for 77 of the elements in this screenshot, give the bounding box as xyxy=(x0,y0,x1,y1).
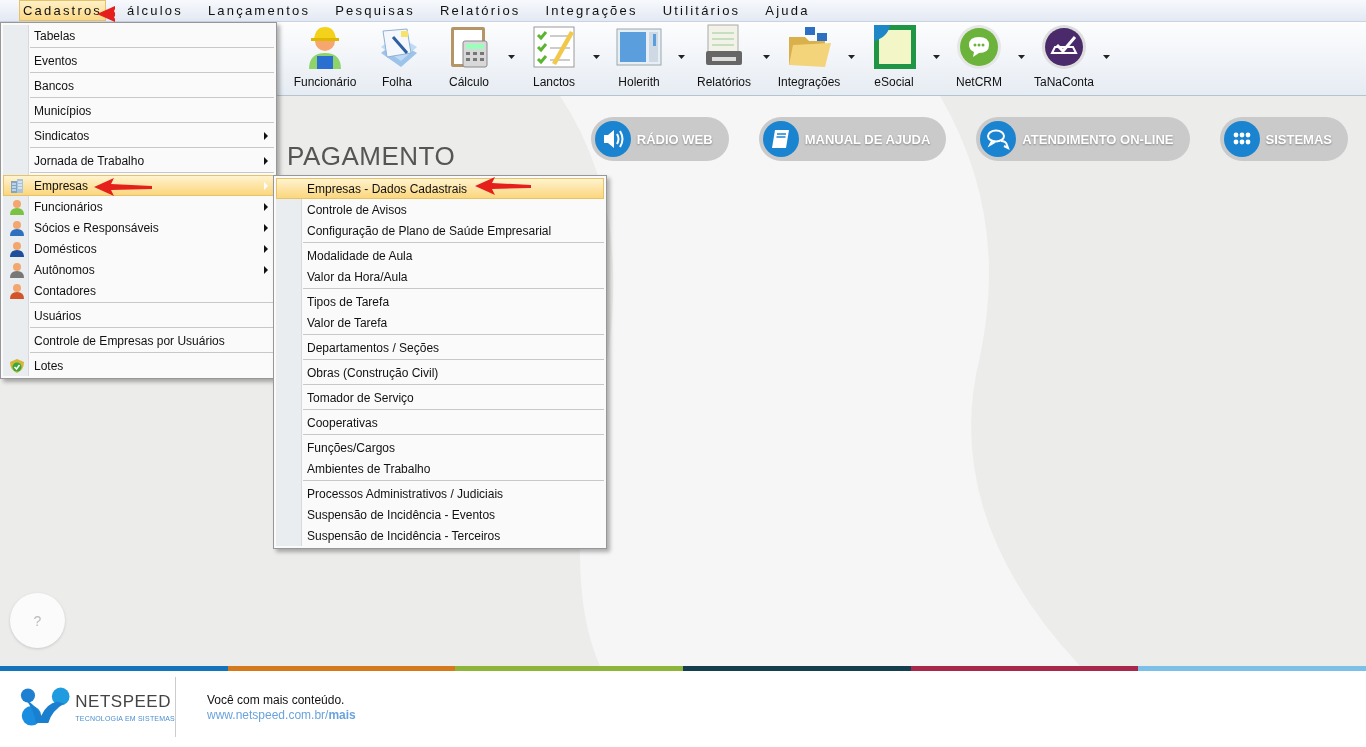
book-icon xyxy=(762,121,799,157)
dropdown-caret-icon[interactable] xyxy=(593,55,600,59)
toolbar-button[interactable]: eSocial xyxy=(858,22,930,92)
pointer-arrow xyxy=(475,177,531,195)
menu-item[interactable]: Funções/Cargos xyxy=(276,437,604,458)
menu-item[interactable]: Sócios e Responsáveis xyxy=(3,217,274,238)
toolbar-button[interactable]: NetCRM xyxy=(943,22,1015,92)
logo-icon xyxy=(20,685,72,729)
menu-bar-item[interactable]: Lançamentos xyxy=(203,0,315,21)
menu-item[interactable]: Ambientes de Trabalho xyxy=(276,458,604,479)
menu-item[interactable]: Empresas xyxy=(3,175,274,196)
pointer-arrow xyxy=(94,178,152,196)
menu-item[interactable]: Tabelas xyxy=(3,25,274,46)
speaker-icon xyxy=(594,121,631,157)
menu-item[interactable]: Tipos de Tarefa xyxy=(276,291,604,312)
menu-item[interactable]: Valor da Hora/Aula xyxy=(276,266,604,287)
grid-icon xyxy=(1223,121,1260,157)
dropdown-caret-icon[interactable] xyxy=(1103,55,1110,59)
brand-name: NETSPEED xyxy=(75,692,172,712)
menu-bar-item[interactable]: Ajuda xyxy=(761,0,814,21)
menu-item[interactable]: Tomador de Serviço xyxy=(276,387,604,408)
menu-bar-item[interactable]: Utilitários xyxy=(658,0,745,21)
page-heading: PAGAMENTO xyxy=(287,141,456,171)
menu-item[interactable]: Contadores xyxy=(3,280,274,301)
shield-icon xyxy=(8,357,25,374)
chat-icon xyxy=(980,121,1017,157)
menu-item[interactable]: Autônomos xyxy=(3,259,274,280)
toolbar-button[interactable]: Relatórios xyxy=(688,22,760,92)
menu-item[interactable]: Suspensão de Incidência - Terceiros xyxy=(276,525,604,546)
toolbar-button[interactable]: Funcionário xyxy=(289,22,361,92)
menu-item[interactable]: Valor de Tarefa xyxy=(276,312,604,333)
dropdown-caret-icon[interactable] xyxy=(933,55,940,59)
menu-bar-item[interactable]: Cadastros xyxy=(19,0,107,21)
checklist-icon xyxy=(530,23,578,71)
menu-item[interactable]: Eventos xyxy=(3,50,274,71)
menu-item[interactable]: Modalidade de Aula xyxy=(276,245,604,266)
footer-text: Você com mais conteúdo. xyxy=(207,692,346,707)
dropdown-caret-icon[interactable] xyxy=(1018,55,1025,59)
person-icon xyxy=(8,261,25,278)
menu-item[interactable]: Processos Administrativos / Judiciais xyxy=(276,483,604,504)
menu-item[interactable]: Departamentos / Seções xyxy=(276,337,604,358)
menu-item[interactable]: Obras (Construção Civil) xyxy=(276,362,604,383)
menu-item[interactable]: Bancos xyxy=(3,75,274,96)
menu-item[interactable]: Funcionários xyxy=(3,196,274,217)
chat-icon xyxy=(955,23,1003,71)
menu-item[interactable]: Municípios xyxy=(3,100,274,121)
dropdown-caret-icon[interactable] xyxy=(848,55,855,59)
dropdown-caret-icon[interactable] xyxy=(508,55,515,59)
menu-item[interactable]: Configuração de Plano de Saúde Empresarial xyxy=(276,220,604,241)
menu-item[interactable]: Cooperativas xyxy=(276,412,604,433)
toolbar-button[interactable]: Cálculo xyxy=(433,22,505,92)
person-icon xyxy=(8,219,25,236)
toolbar-button[interactable]: TaNaConta xyxy=(1028,22,1100,92)
building-icon xyxy=(8,177,25,194)
person-icon xyxy=(8,282,25,299)
menu-bar-item[interactable]: álculos xyxy=(123,0,187,21)
person-icon xyxy=(8,240,25,257)
menu-item[interactable]: Empresas - Dados Cadastrais xyxy=(276,178,604,199)
toolbar-button[interactable]: Integrações xyxy=(773,22,845,92)
checkmark-icon xyxy=(1040,23,1088,71)
menu-item[interactable]: Domésticos xyxy=(3,238,274,259)
menu-item[interactable]: Controle de Avisos xyxy=(276,199,604,220)
toolbar-button[interactable]: Holerith xyxy=(603,22,675,92)
menu-item[interactable]: Sindicatos xyxy=(3,125,274,146)
menu-bar-item[interactable]: Integrações xyxy=(541,0,642,21)
menu-item[interactable]: Jornada de Trabalho xyxy=(3,150,274,171)
menu-item[interactable]: Lotes xyxy=(3,355,274,376)
toolbar-button[interactable]: Folha xyxy=(361,22,433,92)
menu-bar-item[interactable]: Relatórios xyxy=(436,0,525,21)
menu-item[interactable]: Usuários xyxy=(3,305,274,326)
menu-item[interactable]: Controle de Empresas por Usuários xyxy=(3,330,274,351)
menu-bar-item[interactable]: Pesquisas xyxy=(331,0,419,21)
dropdown-caret-icon[interactable] xyxy=(763,55,770,59)
menu-item[interactable]: Suspensão de Incidência - Eventos xyxy=(276,504,604,525)
dropdown-caret-icon[interactable] xyxy=(678,55,685,59)
toolbar-button[interactable]: Lanctos xyxy=(518,22,590,92)
person-icon xyxy=(8,198,25,215)
